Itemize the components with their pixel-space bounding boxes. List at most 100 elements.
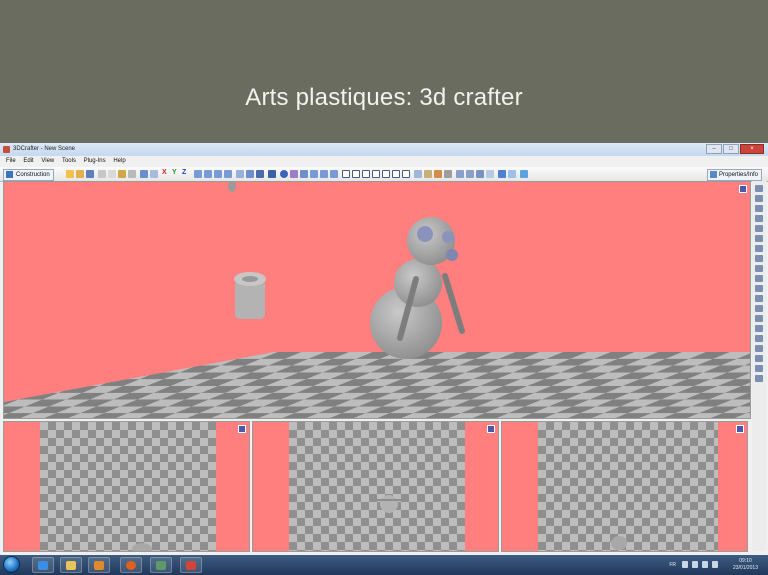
bone-icon[interactable] bbox=[320, 170, 328, 178]
keyframe-icon[interactable] bbox=[476, 170, 484, 178]
rt-select-icon[interactable] bbox=[755, 185, 763, 192]
maximize-button[interactable]: □ bbox=[723, 144, 739, 154]
rt-text-icon[interactable] bbox=[755, 315, 763, 322]
cut-icon[interactable] bbox=[98, 170, 106, 178]
taskbar-3dcrafter[interactable] bbox=[180, 557, 202, 573]
window-icon[interactable] bbox=[498, 170, 506, 178]
view-four-icon[interactable] bbox=[382, 170, 390, 178]
align-tool-icon[interactable] bbox=[224, 170, 232, 178]
rt-cone-icon[interactable] bbox=[755, 285, 763, 292]
rt-extrude-icon[interactable] bbox=[755, 335, 763, 342]
animation-icon[interactable] bbox=[456, 170, 464, 178]
link-icon[interactable] bbox=[256, 170, 264, 178]
render-icon[interactable] bbox=[414, 170, 422, 178]
taskbar-ie[interactable] bbox=[32, 557, 54, 573]
material-icon[interactable] bbox=[434, 170, 442, 178]
light-source-icon[interactable] bbox=[228, 182, 236, 192]
start-button[interactable] bbox=[3, 556, 20, 573]
rt-move-icon[interactable] bbox=[755, 195, 763, 202]
tray-volume-icon[interactable] bbox=[712, 561, 718, 568]
taskbar-media[interactable] bbox=[88, 557, 110, 573]
open-folder-icon[interactable] bbox=[76, 170, 84, 178]
tray-arrow-icon[interactable] bbox=[682, 561, 688, 568]
paste-icon[interactable] bbox=[118, 170, 126, 178]
menu-help[interactable]: Help bbox=[113, 156, 125, 167]
ungroup-icon[interactable] bbox=[246, 170, 254, 178]
axis-y-toggle[interactable]: Y bbox=[172, 169, 177, 176]
menu-tools[interactable]: Tools bbox=[62, 156, 76, 167]
taskbar-explorer[interactable] bbox=[60, 557, 82, 573]
group-icon[interactable] bbox=[236, 170, 244, 178]
taskbar-network-app[interactable] bbox=[150, 557, 172, 573]
play-icon[interactable] bbox=[486, 170, 494, 178]
taskbar-firefox[interactable] bbox=[120, 557, 142, 573]
rt-deform-icon[interactable] bbox=[755, 345, 763, 352]
rt-paint-icon[interactable] bbox=[755, 235, 763, 242]
rt-dropper-icon[interactable] bbox=[755, 245, 763, 252]
camera-icon[interactable] bbox=[300, 170, 308, 178]
main-3d-viewport[interactable] bbox=[3, 181, 751, 419]
properties-button[interactable]: Properties/Info bbox=[706, 169, 762, 181]
rt-torus-icon[interactable] bbox=[755, 295, 763, 302]
app-logo-icon bbox=[3, 146, 10, 153]
timeline-icon[interactable] bbox=[466, 170, 474, 178]
rt-sphere-icon[interactable] bbox=[755, 265, 763, 272]
light-icon[interactable] bbox=[290, 170, 298, 178]
path-icon[interactable] bbox=[310, 170, 318, 178]
copy-icon[interactable] bbox=[108, 170, 116, 178]
menu-view[interactable]: View bbox=[41, 156, 54, 167]
rotate-tool-icon[interactable] bbox=[204, 170, 212, 178]
construction-button[interactable]: Construction bbox=[3, 169, 54, 181]
rt-boolean-icon[interactable] bbox=[755, 375, 763, 382]
view-tri-icon[interactable] bbox=[402, 170, 410, 178]
help-icon[interactable] bbox=[520, 170, 528, 178]
rt-lathe-icon[interactable] bbox=[755, 325, 763, 332]
sub-viewport-middle[interactable] bbox=[252, 421, 499, 552]
close-button[interactable]: × bbox=[740, 144, 764, 154]
delete-icon[interactable] bbox=[128, 170, 136, 178]
construction-label: Construction bbox=[16, 172, 50, 178]
export-icon[interactable] bbox=[508, 170, 516, 178]
select-arrow-icon[interactable] bbox=[268, 170, 276, 178]
shading-icon[interactable] bbox=[444, 170, 452, 178]
rt-plane-icon[interactable] bbox=[755, 305, 763, 312]
app-window: 3DCrafter - New Scene – □ × File Edit Vi… bbox=[0, 143, 768, 555]
tray-network-icon[interactable] bbox=[702, 561, 708, 568]
texture-icon[interactable] bbox=[424, 170, 432, 178]
axis-x-toggle[interactable]: X bbox=[162, 169, 167, 176]
rt-cube-icon[interactable] bbox=[755, 255, 763, 262]
sub-viewport-right[interactable] bbox=[501, 421, 748, 552]
menu-file[interactable]: File bbox=[6, 156, 16, 167]
view-quad-icon[interactable] bbox=[372, 170, 380, 178]
view-single-icon[interactable] bbox=[342, 170, 350, 178]
rt-scale-icon[interactable] bbox=[755, 215, 763, 222]
pen-icon[interactable] bbox=[330, 170, 338, 178]
taskbar-clock[interactable]: 09:10 23/01/2013 bbox=[733, 558, 758, 572]
menu-edit[interactable]: Edit bbox=[23, 156, 33, 167]
menu-plugins[interactable]: Plug-Ins bbox=[84, 156, 106, 167]
undo-icon[interactable] bbox=[140, 170, 148, 178]
cup-object[interactable] bbox=[234, 272, 266, 319]
view-split-h-icon[interactable] bbox=[362, 170, 370, 178]
sub-viewport-left[interactable] bbox=[3, 421, 250, 552]
redo-icon[interactable] bbox=[150, 170, 158, 178]
snowman[interactable] bbox=[370, 217, 465, 359]
viewport-corner-icon[interactable] bbox=[739, 185, 747, 193]
move-tool-icon[interactable] bbox=[214, 170, 222, 178]
rt-twist-icon[interactable] bbox=[755, 365, 763, 372]
new-file-icon[interactable] bbox=[66, 170, 74, 178]
language-indicator[interactable]: FR bbox=[669, 562, 676, 568]
window-title-bar[interactable]: 3DCrafter - New Scene – □ × bbox=[0, 143, 768, 156]
sphere-icon[interactable] bbox=[280, 170, 288, 178]
scale-tool-icon[interactable] bbox=[194, 170, 202, 178]
tray-flag-icon[interactable] bbox=[692, 561, 698, 568]
rt-bend-icon[interactable] bbox=[755, 355, 763, 362]
view-split-v-icon[interactable] bbox=[352, 170, 360, 178]
view-wide-icon[interactable] bbox=[392, 170, 400, 178]
minimize-button[interactable]: – bbox=[706, 144, 722, 154]
rt-rotate-icon[interactable] bbox=[755, 205, 763, 212]
rt-pen-icon[interactable] bbox=[755, 225, 763, 232]
save-icon[interactable] bbox=[86, 170, 94, 178]
rt-cylinder-icon[interactable] bbox=[755, 275, 763, 282]
axis-z-toggle[interactable]: Z bbox=[182, 169, 186, 176]
